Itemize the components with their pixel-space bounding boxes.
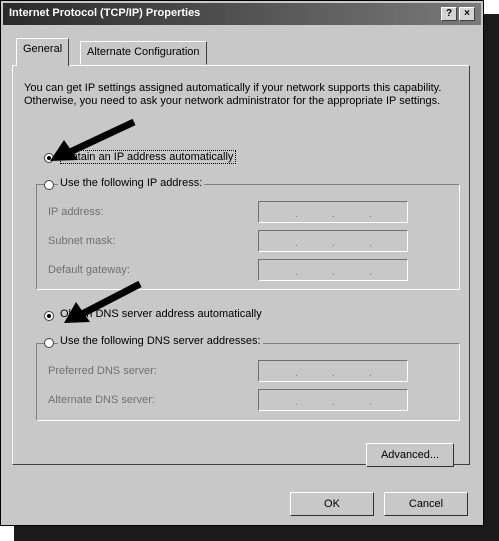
ip-address-input[interactable]: ...: [258, 201, 408, 223]
ip-address-separator: .: [295, 209, 298, 220]
title-bar[interactable]: Internet Protocol (TCP/IP) Properties ? …: [3, 3, 481, 25]
alternate-dns-input[interactable]: ...: [258, 389, 408, 411]
default-gateway-separator: .: [369, 267, 372, 278]
alternate-dns-label: Alternate DNS server:: [48, 394, 155, 406]
help-button[interactable]: ?: [441, 7, 457, 21]
alternate-dns-separator: .: [295, 397, 298, 408]
preferred-dns-separator: .: [332, 368, 335, 379]
tab-alternate-configuration[interactable]: Alternate Configuration: [80, 41, 207, 65]
ip-address-separator: .: [369, 209, 372, 220]
obtain-dns-auto-radio[interactable]: [44, 311, 54, 321]
cancel-button[interactable]: Cancel: [384, 492, 468, 516]
subnet-mask-separator: .: [369, 238, 372, 249]
window-title: Internet Protocol (TCP/IP) Properties: [9, 7, 201, 19]
use-following-ip-radio[interactable]: [44, 180, 54, 190]
preferred-dns-separator: .: [369, 368, 372, 379]
use-following-dns-radio[interactable]: [44, 338, 54, 348]
advanced-button[interactable]: Advanced...: [366, 443, 454, 467]
preferred-dns-separator: .: [295, 368, 298, 379]
default-gateway-separator: .: [295, 267, 298, 278]
subnet-mask-separator: .: [332, 238, 335, 249]
use-following-dns-label[interactable]: Use the following DNS server addresses:: [58, 335, 263, 347]
tab-general[interactable]: General: [16, 38, 70, 66]
default-gateway-separator: .: [332, 267, 335, 278]
default-gateway-label: Default gateway:: [48, 264, 130, 276]
arrow-annotation-icon: [50, 118, 136, 161]
subnet-mask-input[interactable]: ...: [258, 230, 408, 252]
ok-button[interactable]: OK: [290, 492, 374, 516]
alternate-dns-separator: .: [369, 397, 372, 408]
preferred-dns-label: Preferred DNS server:: [48, 365, 157, 377]
description-text: You can get IP settings assigned automat…: [24, 82, 442, 107]
subnet-mask-separator: .: [295, 238, 298, 249]
subnet-mask-label: Subnet mask:: [48, 235, 116, 247]
arrow-annotation-icon: [64, 280, 142, 323]
ip-address-label: IP address:: [48, 206, 104, 218]
alternate-dns-separator: .: [332, 397, 335, 408]
use-following-ip-label[interactable]: Use the following IP address:: [58, 177, 205, 189]
close-button[interactable]: ×: [459, 7, 475, 21]
ip-address-separator: .: [332, 209, 335, 220]
default-gateway-input[interactable]: ...: [258, 259, 408, 281]
preferred-dns-input[interactable]: ...: [258, 360, 408, 382]
